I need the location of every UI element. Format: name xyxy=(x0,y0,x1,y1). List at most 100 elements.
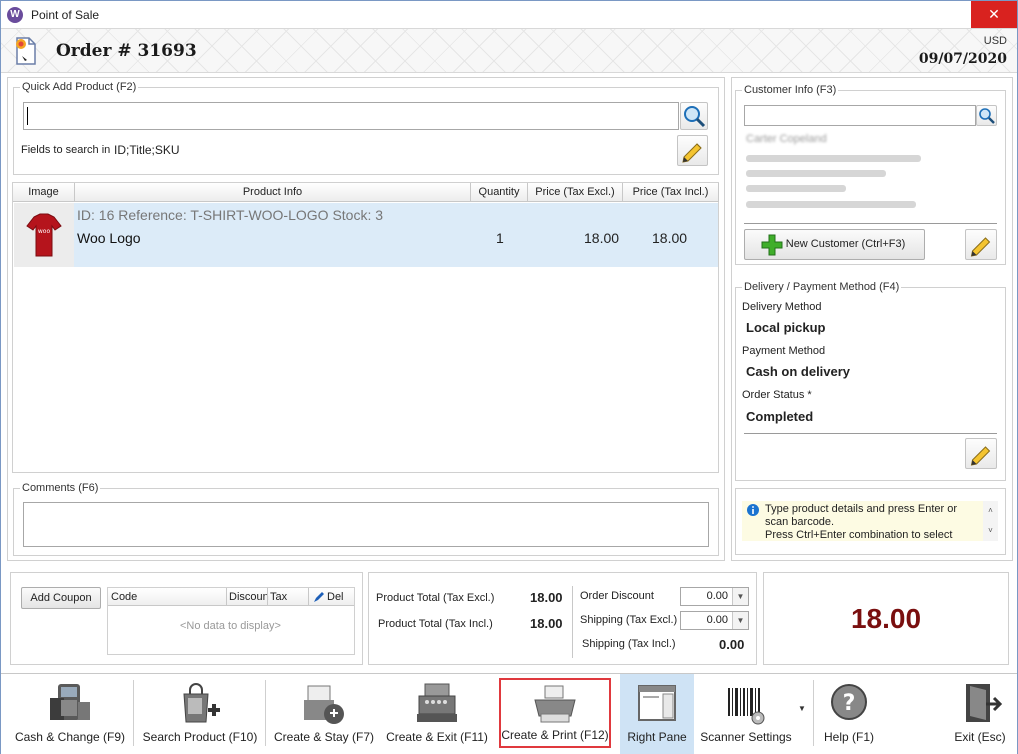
shipping-excl-input[interactable]: 0.00 ▼ xyxy=(680,611,749,630)
create-print-button[interactable]: Create & Print (F12) xyxy=(499,678,611,748)
payment-method-value[interactable]: Cash on delivery xyxy=(746,364,850,379)
product-total-excl-value: 18.00 xyxy=(530,590,563,605)
grand-total-value: 18.00 xyxy=(850,603,922,634)
delivery-divider xyxy=(744,433,997,434)
window-title: Point of Sale xyxy=(31,7,100,22)
add-coupon-button[interactable]: Add Coupon xyxy=(21,587,101,609)
col-price-excl[interactable]: Price (Tax Excl.) xyxy=(528,183,623,202)
col-image[interactable]: Image xyxy=(13,183,75,202)
currency-label: USD xyxy=(983,35,1007,47)
delivery-method-value[interactable]: Local pickup xyxy=(746,320,825,335)
col-del[interactable]: Del xyxy=(327,591,344,603)
pencil-icon xyxy=(970,446,991,466)
create-document-icon xyxy=(304,685,344,724)
scanner-dropdown-icon[interactable]: ▼ xyxy=(798,704,806,713)
exit-label: Exit (Esc) xyxy=(954,730,1006,744)
left-panel: Quick Add Product (F2) Fields to search … xyxy=(7,77,725,561)
help-button[interactable]: ? Help (F1) xyxy=(817,674,881,754)
product-price-incl: 18.00 xyxy=(652,230,688,246)
hint-box: Type product details and press Enter or … xyxy=(735,488,1006,555)
shopping-bag-add-icon xyxy=(183,683,220,723)
col-quantity[interactable]: Quantity xyxy=(471,183,528,202)
table-row[interactable]: woo ID: 16 Reference: T-SHIRT-WOO-LOGO S… xyxy=(14,203,718,267)
hint-line-1: Type product details and press Enter or xyxy=(765,503,957,515)
tshirt-logo-text: woo xyxy=(38,228,51,235)
payment-method-label: Payment Method xyxy=(742,345,826,357)
edit-fields-button[interactable] xyxy=(677,135,708,166)
quick-add-title: Quick Add Product (F2) xyxy=(20,81,139,93)
customer-group: Customer Info (F3) Carter Copeland New C… xyxy=(735,84,1006,265)
product-grid-header: Image Product Info Quantity Price (Tax E… xyxy=(13,183,719,202)
shipping-excl-value: 0.00 xyxy=(706,614,728,626)
fields-label: Fields to search in xyxy=(21,144,111,156)
col-product-info[interactable]: Product Info xyxy=(75,183,471,202)
shipping-incl-label: Shipping (Tax Incl.) xyxy=(582,638,676,650)
order-status-label: Order Status * xyxy=(742,389,812,401)
cash-register-icon xyxy=(50,684,90,720)
customer-address-line xyxy=(746,155,921,162)
product-title: Woo Logo xyxy=(77,230,141,246)
customer-search-input[interactable] xyxy=(744,105,976,126)
barcode-settings-icon xyxy=(728,688,765,725)
customer-search-button[interactable] xyxy=(976,105,997,126)
order-discount-input[interactable]: 0.00 ▼ xyxy=(680,587,749,606)
coupon-grid: Code Discoun Tax Del <No data to display… xyxy=(107,587,355,655)
search-product-label: Search Product (F10) xyxy=(142,730,258,744)
create-exit-button[interactable]: Create & Exit (F11) xyxy=(381,674,493,754)
comments-title: Comments (F6) xyxy=(20,482,101,494)
cash-change-label: Cash & Change (F9) xyxy=(14,730,126,744)
product-price-excl: 18.00 xyxy=(584,230,620,246)
col-discount[interactable]: Discoun xyxy=(229,591,269,603)
shipping-incl-value: 0.00 xyxy=(719,637,745,652)
hint-scrollbar[interactable]: ˄ ˅ xyxy=(983,501,998,541)
create-print-label: Create & Print (F12) xyxy=(501,728,609,742)
create-stay-button[interactable]: Create & Stay (F7) xyxy=(269,674,379,754)
new-customer-button[interactable]: New Customer (Ctrl+F3) xyxy=(744,229,925,260)
tshirt-image: woo xyxy=(26,213,62,257)
totals-panel: Product Total (Tax Excl.) 18.00 Product … xyxy=(368,572,757,665)
pos-window: W Point of Sale ✕ Order # 31693 USD 09/0… xyxy=(0,0,1018,754)
col-tax[interactable]: Tax xyxy=(270,591,287,603)
register-icon xyxy=(417,683,457,722)
comments-input[interactable] xyxy=(23,502,709,547)
quick-add-group: Quick Add Product (F2) Fields to search … xyxy=(13,81,719,175)
product-quantity[interactable]: 1 xyxy=(496,230,504,246)
quick-add-search-button[interactable] xyxy=(680,102,708,130)
customer-title: Customer Info (F3) xyxy=(742,84,839,96)
new-customer-label: New Customer (Ctrl+F3) xyxy=(785,238,906,250)
customer-address-line xyxy=(746,185,846,192)
exit-button[interactable]: Exit (Esc) xyxy=(947,674,1013,754)
edit-delete-icon xyxy=(314,592,324,602)
col-code[interactable]: Code xyxy=(111,591,137,603)
scanner-settings-label: Scanner Settings xyxy=(700,730,792,744)
create-exit-label: Create & Exit (F11) xyxy=(386,730,488,744)
comments-group: Comments (F6) xyxy=(13,482,719,556)
order-discount-label: Order Discount xyxy=(580,590,654,602)
edit-delivery-button[interactable] xyxy=(965,438,997,469)
product-total-incl-value: 18.00 xyxy=(530,616,563,631)
search-icon xyxy=(684,106,706,128)
fields-value: ID;Title;SKU xyxy=(114,143,180,157)
pane-layout-icon xyxy=(638,685,676,721)
order-header: Order # 31693 USD 09/07/2020 xyxy=(1,28,1017,73)
right-pane-label: Right Pane xyxy=(627,730,687,744)
help-icon: ? xyxy=(831,684,867,720)
col-price-incl[interactable]: Price (Tax Incl.) xyxy=(623,183,719,202)
cash-change-button[interactable]: Cash & Change (F9) xyxy=(9,674,131,754)
right-pane-button[interactable]: Right Pane xyxy=(620,674,694,754)
app-icon: W xyxy=(7,6,23,23)
hint-line-2: scan barcode. xyxy=(765,516,835,528)
close-button[interactable]: ✕ xyxy=(971,1,1017,28)
hint-content: Type product details and press Enter or … xyxy=(742,501,983,541)
scroll-up-icon[interactable]: ˄ xyxy=(983,501,998,521)
shipping-excl-label: Shipping (Tax Excl.) xyxy=(580,614,678,626)
scanner-settings-button[interactable]: Scanner Settings xyxy=(697,674,795,754)
search-product-button[interactable]: Search Product (F10) xyxy=(137,674,263,754)
scroll-down-icon[interactable]: ˅ xyxy=(983,521,998,541)
order-status-value[interactable]: Completed xyxy=(746,409,813,424)
edit-customer-button[interactable] xyxy=(965,229,997,260)
quick-add-input[interactable] xyxy=(23,102,679,130)
chevron-down-icon[interactable]: ▼ xyxy=(732,588,748,605)
order-date: 09/07/2020 xyxy=(918,51,1007,67)
chevron-down-icon[interactable]: ▼ xyxy=(732,612,748,629)
